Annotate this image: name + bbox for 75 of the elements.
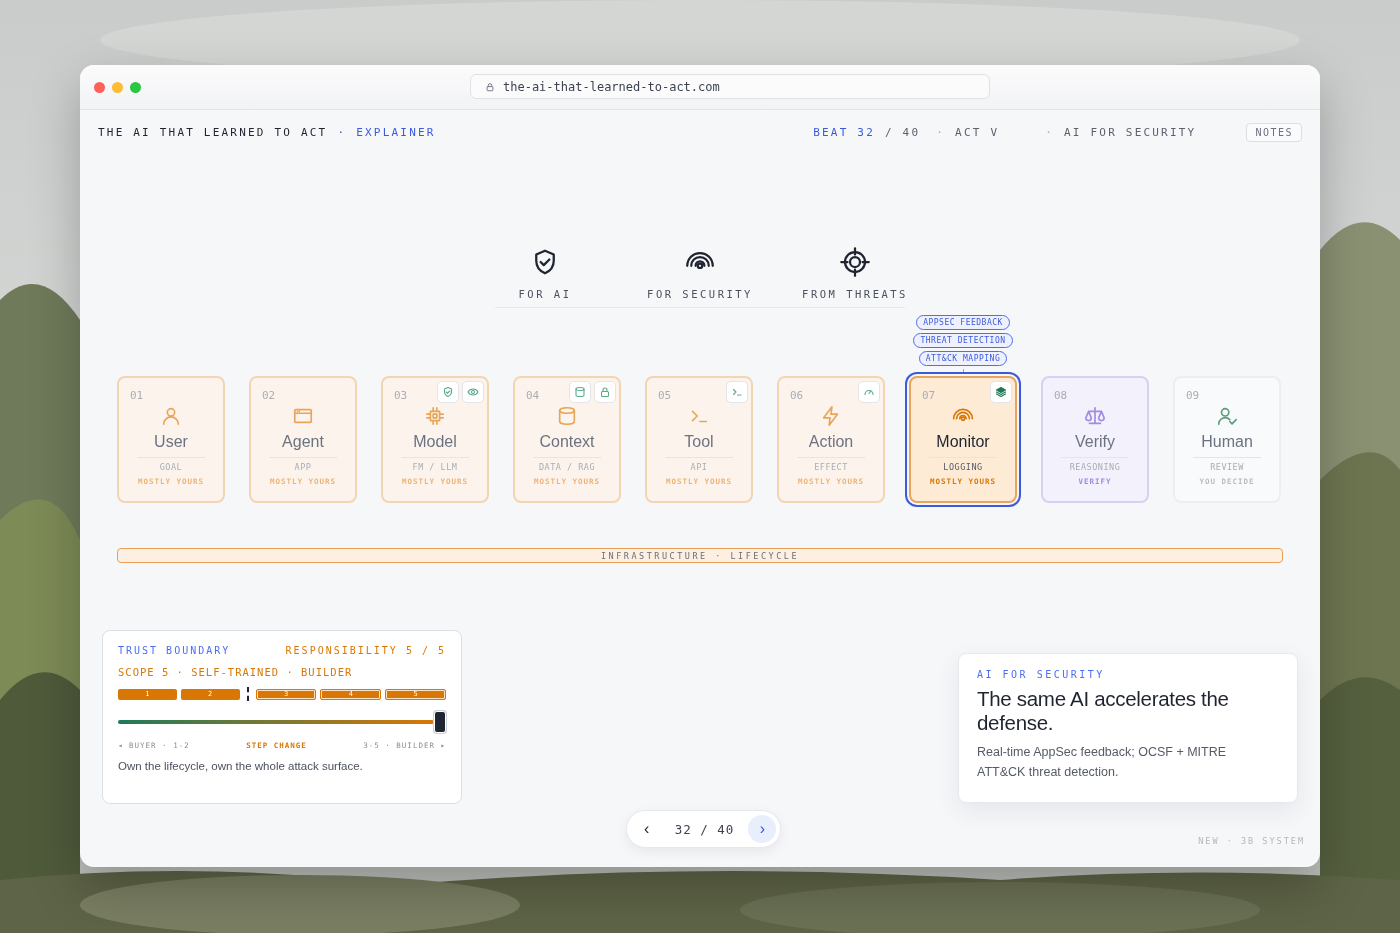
user-check-icon: [1216, 405, 1238, 427]
beat-total: / 40: [884, 125, 921, 139]
lock-icon: [485, 81, 495, 92]
panel-summary: Own the lifecycle, own the whole attack surface.: [118, 760, 364, 772]
database-icon: [574, 386, 586, 398]
separator-dot: ·: [936, 125, 946, 139]
stage-number: 01: [130, 389, 144, 403]
stage-name: Action: [808, 433, 854, 451]
user-icon: [160, 405, 182, 427]
site-title: THE AI THAT LEARNED TO ACT: [98, 125, 328, 139]
notes-button[interactable]: NOTES: [1246, 122, 1302, 142]
section-link[interactable]: EXPLAINER: [356, 125, 436, 139]
tag-label: APPSEC FEEDBACK: [916, 315, 1010, 330]
beat-counter: BEAT 32: [813, 125, 875, 139]
stage-name: Verify: [1075, 433, 1115, 451]
stage-name: Human: [1201, 433, 1253, 451]
stage-detail: REVIEW: [1210, 462, 1244, 472]
pillar-label: FOR AI: [518, 288, 572, 300]
stage-number: 04: [526, 389, 540, 403]
slider-track[interactable]: [118, 711, 446, 733]
crosshair-icon: [840, 247, 870, 277]
stage-number: 09: [1186, 389, 1200, 403]
stage-detail: EFFECT: [814, 462, 848, 472]
header-label: AI FOR SECURITY: [1064, 125, 1197, 139]
infrastructure-bar: INFRASTRUCTURE · LIFECYCLE: [117, 548, 1283, 563]
pillar-label: FOR SECURITY: [647, 288, 753, 300]
stage-number: 02: [262, 389, 276, 403]
stage-name: Monitor: [936, 433, 990, 451]
pillar-label: FROM THREATS: [802, 288, 908, 300]
stage-number: 07: [922, 389, 936, 403]
page-position: 32 / 40: [673, 821, 736, 837]
stage-name: Context: [539, 433, 595, 451]
stage-detail: REASONING: [1069, 462, 1121, 472]
header-label: ACT V: [955, 125, 1000, 139]
stage-detail: APP: [294, 462, 312, 472]
address-bar[interactable]: the-ai-that-learned-to-act.com: [470, 74, 990, 99]
lock-icon: [599, 386, 611, 398]
database-icon: [556, 405, 578, 427]
callout-headline: The same AI accelerates the defense.: [977, 687, 1230, 735]
separator-dot: ·: [337, 125, 347, 139]
shield-check-icon: [442, 386, 454, 398]
stage-name: Agent: [282, 433, 324, 451]
stage-name: Tool: [684, 433, 714, 451]
zoom-button[interactable]: [130, 81, 141, 93]
footer-note: NEW · 3B SYSTEM: [1198, 836, 1305, 846]
stage-number: 05: [658, 389, 672, 403]
callout-eyebrow: AI FOR SECURITY: [977, 669, 1106, 680]
minimize-button[interactable]: [112, 81, 123, 93]
stage-name: Model: [413, 433, 457, 451]
stage-detail: DATA / RAG: [538, 462, 596, 472]
stage-detail: API: [690, 462, 708, 472]
tag-label: THREAT DETECTION: [913, 333, 1013, 348]
separator-dot: ·: [1045, 125, 1055, 139]
responsibility-label: RESPONSIBILITY 5 / 5: [285, 645, 446, 656]
scale-icon: [1084, 405, 1106, 427]
next-button[interactable]: ›: [748, 815, 777, 843]
stage-detail: LOGGING: [943, 462, 983, 472]
stage-number: 06: [790, 389, 804, 403]
address-text: the-ai-that-learned-to-act.com: [503, 79, 720, 94]
stage-name: User: [154, 433, 188, 451]
chip-icon: [424, 405, 446, 427]
previous-button[interactable]: ‹: [632, 815, 661, 843]
tag-label: ATT&CK MAPPING: [918, 351, 1008, 366]
stage-detail: GOAL: [159, 462, 183, 472]
eye-icon: [467, 386, 479, 398]
stage-number: 08: [1054, 389, 1068, 403]
scope-label: SCOPE 5 · SELF-TRAINED · BUILDER: [118, 666, 354, 678]
close-button[interactable]: [94, 81, 105, 93]
callout-body: Real-time AppSec feedback; OCSF + MITRE ATT&CK threat detection.: [977, 744, 1228, 781]
terminal-icon: [731, 386, 743, 398]
stage-number: 03: [394, 389, 408, 403]
layers-icon: [995, 386, 1007, 398]
stage-detail: FM / LLM: [412, 462, 458, 472]
panel-title: TRUST BOUNDARY: [118, 645, 231, 656]
slider-thumb[interactable]: [434, 711, 446, 733]
